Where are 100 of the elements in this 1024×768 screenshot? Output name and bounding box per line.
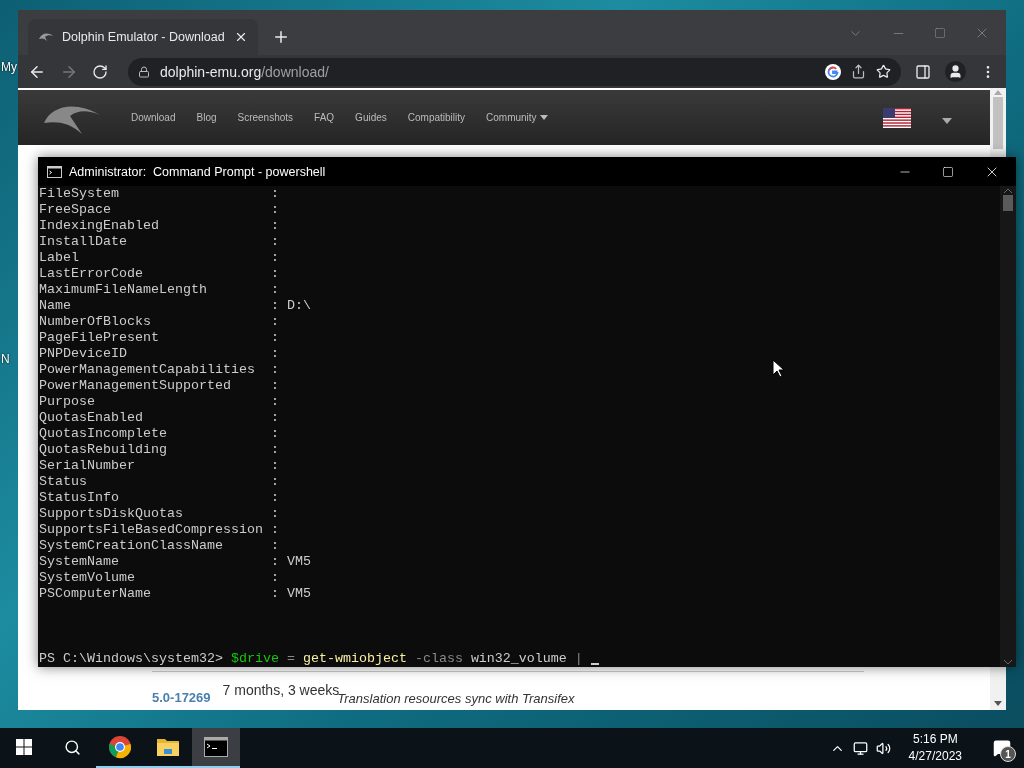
separator: : [270,490,280,506]
separator: : [270,186,280,202]
build-age: 7 months, 3 weeks [222,682,340,698]
share-icon[interactable] [851,64,866,79]
terminal-icon [204,737,228,757]
star-icon[interactable] [876,64,891,79]
property-name: PSComputerName [39,586,152,602]
nav-link[interactable]: Guides [355,112,387,123]
property-name: PNPDeviceID [39,346,128,362]
browser-tab[interactable]: Dolphin Emulator - Download [28,19,258,55]
property-name: PowerManagementCapabilities [39,362,256,378]
clock[interactable]: 5:16 PM 4/27/2023 [898,731,972,765]
separator: : [270,506,280,522]
property-name: SystemName [39,554,120,570]
property-name: PageFilePresent [39,330,160,346]
google-icon[interactable] [825,63,841,80]
chrome-icon [108,735,132,759]
property-name: Label [39,250,80,266]
nav-link[interactable]: Community [486,112,548,123]
separator: : [270,362,280,378]
folder-icon [156,737,180,757]
new-tab-icon[interactable] [272,28,290,46]
separator: : [270,202,280,218]
command-token: get-wmiobject [302,651,407,667]
search-icon [63,738,81,756]
separator: : [270,378,280,394]
property-name: SupportsDiskQuotas [39,506,184,522]
nav-link[interactable]: Blog [196,112,217,123]
property-name: SystemVolume [39,570,136,586]
version-link[interactable]: 5.0-17269 [152,690,211,705]
console-icon [47,165,62,178]
separator: : [270,234,280,250]
property-name: QuotasIncomplete [39,426,168,442]
property-name: IndexingEnabled [39,218,160,234]
volume-icon[interactable] [875,740,891,756]
desktop-icon-label[interactable]: N [1,352,10,366]
nav-link[interactable]: Screenshots [237,112,294,123]
close-icon[interactable] [234,30,248,44]
separator: : [270,538,280,554]
command-token: PS C:\Windows\system32> [39,651,223,667]
property-value: VM5 [286,554,311,570]
url-text: dolphin-emu.org/download/ [160,63,330,80]
command-token: = [286,651,295,667]
lock-icon [138,65,150,78]
nav-link[interactable]: Download [131,112,176,123]
property-name: SupportsFileBasedCompression [39,522,264,538]
separator: : [270,410,280,426]
separator: : [270,522,280,538]
property-name: QuotasRebuilding [39,442,168,458]
scroll-thumb[interactable] [1003,195,1013,211]
side-panel-icon[interactable] [915,63,931,80]
taskbar-app[interactable] [192,728,240,768]
property-name: LastErrorCode [39,266,144,282]
notifications-button[interactable]: 1 [980,728,1024,768]
property-name: FileSystem [39,186,120,202]
mouse-pointer-icon [772,359,784,378]
command-token: -class [414,651,463,667]
notification-count: 1 [1000,746,1016,762]
clock-time: 5:16 PM [912,731,958,748]
separator: : [270,586,280,602]
scrollbar[interactable] [1000,186,1016,667]
scrollbar[interactable] [990,88,1006,157]
scrollbar[interactable] [990,667,1006,710]
property-name: SerialNumber [39,458,136,474]
nav-link[interactable]: FAQ [314,112,335,123]
nav-link[interactable]: Compatibility [407,112,466,123]
scroll-down-icon[interactable] [1004,660,1012,665]
reload-icon[interactable] [92,63,108,80]
command-token: $drive [230,651,279,667]
flag-icon[interactable] [883,107,911,128]
separator: : [270,314,280,330]
separator: : [270,394,280,410]
separator: : [270,458,280,474]
separator: : [270,266,280,282]
property-name: PowerManagementSupported [39,378,232,394]
scroll-up-icon[interactable] [1004,188,1012,193]
separator: : [270,554,280,570]
separator: : [270,298,280,314]
separator: : [270,330,280,346]
property-name: Purpose [39,394,96,410]
separator: : [270,282,280,298]
network-icon[interactable] [852,740,868,756]
caret-icon[interactable] [942,117,952,124]
dolphin-icon [38,32,54,42]
property-name: Status [39,474,88,490]
separator: : [270,250,280,266]
separator: : [270,346,280,362]
separator: : [270,474,280,490]
separator: : [270,570,280,586]
profile-icon[interactable] [945,61,966,82]
scroll-thumb[interactable] [993,97,1003,149]
desktop-icon-label[interactable]: My [1,60,17,74]
property-value: VM5 [286,586,311,602]
property-name: MaximumFileNameLength [39,282,208,298]
window-title: Administrator: Command Prompt - powershell [69,164,327,179]
separator: : [270,218,280,234]
windows-logo-icon [16,739,32,755]
scroll-down-icon[interactable] [994,701,1002,706]
address-bar[interactable]: dolphin-emu.org/download/ [128,57,901,86]
property-value: D:\ [286,298,311,314]
